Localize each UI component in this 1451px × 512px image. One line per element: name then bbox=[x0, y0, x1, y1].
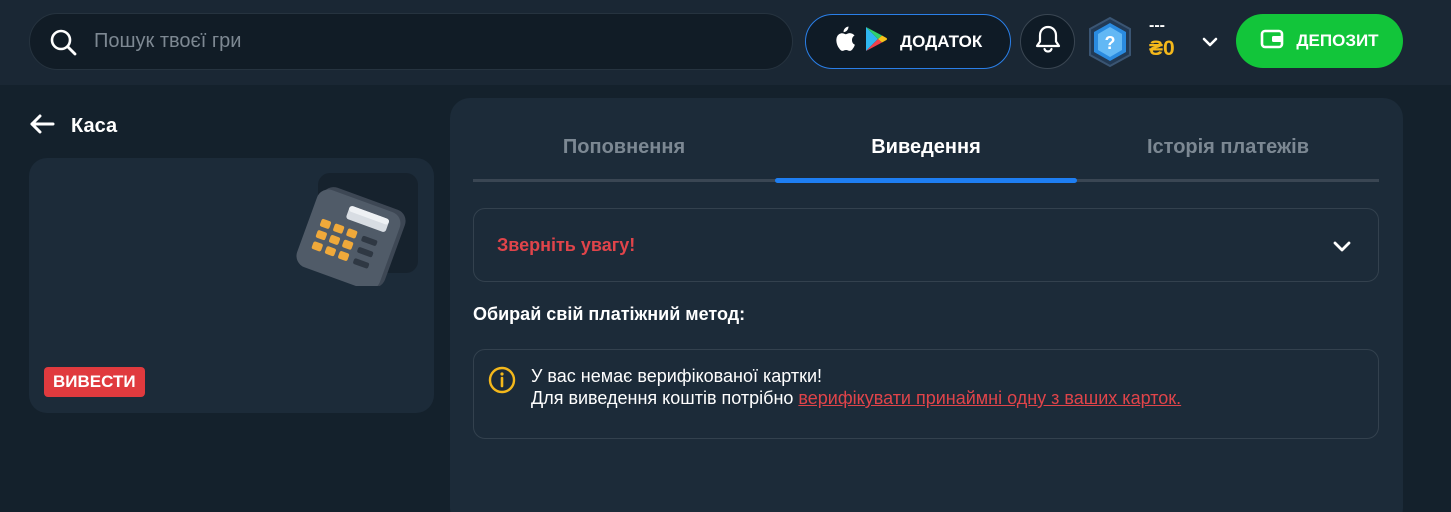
search-bar[interactable] bbox=[29, 13, 793, 70]
apple-icon bbox=[832, 25, 856, 58]
wallet-icon bbox=[1260, 28, 1284, 55]
deposit-label: ДЕПОЗИТ bbox=[1296, 31, 1379, 50]
cashier-tabs: Поповнення Виведення Історія платежів bbox=[473, 136, 1379, 183]
cashier-panel: Поповнення Виведення Історія платежів Зв… bbox=[450, 98, 1403, 512]
tab-withdrawal[interactable]: Виведення bbox=[775, 136, 1077, 159]
warning-line-2-text: Для виведення коштів потрібно bbox=[531, 388, 799, 408]
back-navigation[interactable]: Каса bbox=[29, 113, 117, 140]
top-bar: ДОДАТОК ? --- ₴0 ДЕПОЗИТ bbox=[0, 0, 1451, 85]
withdraw-badge: ВИВЕСТИ bbox=[44, 367, 145, 397]
user-name: --- bbox=[1149, 17, 1165, 34]
deposit-button[interactable]: ДЕПОЗИТ bbox=[1236, 14, 1403, 68]
rank-badge-symbol: ? bbox=[1105, 33, 1116, 53]
app-download-label: ДОДАТОК bbox=[900, 31, 983, 51]
page-title: Каса bbox=[71, 115, 118, 137]
rank-shield-icon: ? bbox=[1089, 16, 1131, 68]
chevron-down-icon[interactable] bbox=[1200, 32, 1220, 52]
balance-amount: ₴0 bbox=[1149, 37, 1175, 60]
bell-icon bbox=[1034, 24, 1062, 59]
notifications-button[interactable] bbox=[1020, 14, 1075, 69]
choose-method-heading: Обирай свій платіжний метод: bbox=[473, 304, 746, 324]
payment-terminal-icon bbox=[296, 187, 406, 286]
tab-deposit[interactable]: Поповнення bbox=[473, 136, 775, 159]
verify-card-link[interactable]: верифікувати принаймні одну з ваших карт… bbox=[798, 388, 1181, 408]
cashier-card: ВИВЕСТИ bbox=[29, 158, 434, 413]
warning-line-1: У вас немає верифікованої картки! bbox=[531, 366, 823, 386]
tab-payment-history[interactable]: Історія платежів bbox=[1077, 136, 1379, 159]
attention-label: Зверніть увагу! bbox=[497, 234, 636, 255]
google-play-icon bbox=[864, 26, 888, 57]
search-icon bbox=[48, 27, 78, 57]
warning-line-2: Для виведення коштів потрібно верифікува… bbox=[531, 388, 1181, 409]
verification-warning: У вас немає верифікованої картки! Для ви… bbox=[473, 349, 1379, 439]
balance-block[interactable]: --- ₴0 bbox=[1149, 17, 1175, 60]
search-input[interactable] bbox=[94, 30, 734, 53]
app-download-button[interactable]: ДОДАТОК bbox=[805, 14, 1011, 69]
attention-accordion[interactable]: Зверніть увагу! bbox=[473, 208, 1379, 282]
arrow-left-icon[interactable] bbox=[29, 113, 55, 140]
info-warning-icon bbox=[488, 366, 516, 394]
rank-badge[interactable]: ? bbox=[1086, 16, 1134, 68]
chevron-down-icon[interactable] bbox=[1331, 235, 1353, 257]
active-tab-indicator bbox=[775, 178, 1077, 183]
